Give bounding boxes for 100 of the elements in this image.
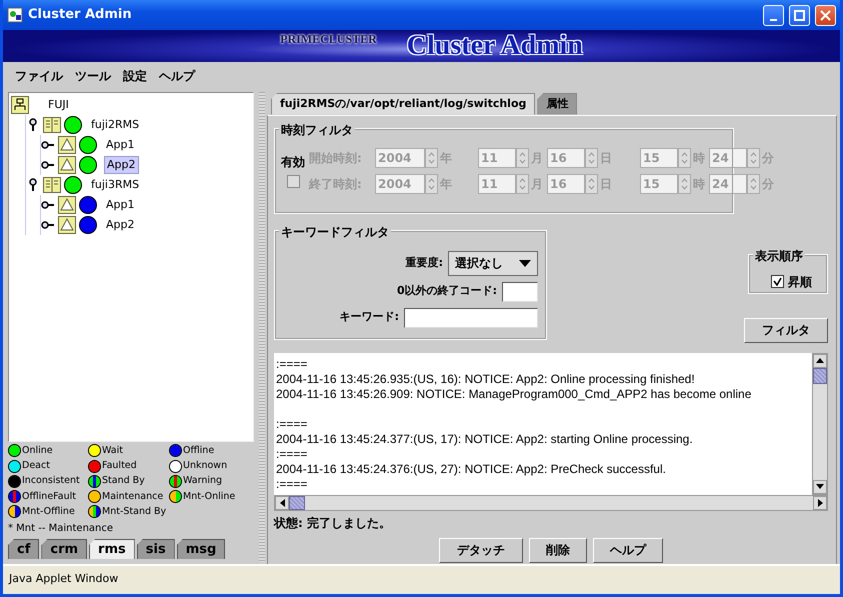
horizontal-scrollbar[interactable] [274,494,828,510]
field-label: 0以外の終了コード: [396,283,497,300]
legend-label: Inconsistent [22,474,80,488]
action-button[interactable]: ヘルプ [593,538,663,562]
up-down-arrows-icon [681,176,688,190]
status-dot [88,490,101,504]
up-down-arrows-icon [519,176,526,190]
up-down-arrows-icon [428,176,435,190]
checkbox[interactable] [771,275,784,288]
action-button[interactable]: 削除 [529,538,587,562]
dropdown[interactable]: 選択なし [448,250,538,276]
scroll-down-button[interactable] [813,480,827,494]
tab[interactable]: sis [136,539,175,559]
field-label: 重要度: [404,254,443,271]
up-down-arrows-icon [588,176,595,190]
scroll-right-button[interactable] [813,496,827,510]
tree-item[interactable]: App2 [104,156,138,174]
legend-label: OfflineFault [22,490,76,504]
log-line: :==== [276,446,308,462]
book-icon [43,116,61,134]
status-dot [8,444,21,458]
field-label: キーワード: [338,309,399,326]
left-arrow-icon [280,498,284,506]
tree-item[interactable]: FUJI [46,96,71,114]
close-icon [819,8,832,22]
tab[interactable]: cf [8,539,40,559]
scroll-thumb[interactable] [813,368,827,384]
status-dot [88,505,101,518]
status-dot [88,444,101,458]
log-line: 2004-11-16 13:45:26.935:(US, 16): NOTICE: App2: Online processing finished! [276,372,696,386]
tab[interactable]: msg [176,539,226,559]
status-dot [8,490,21,504]
status-dot [169,490,182,504]
window-title: Cluster Admin [28,6,133,24]
group-title: 時刻フィルタ [279,120,355,138]
legend-label: Faulted [102,459,137,473]
vertical-scrollbar[interactable] [812,352,828,494]
group-title: 表示順序 [753,246,805,264]
legend-label: Unknown [183,459,228,473]
scroll-thumb[interactable] [289,496,305,510]
tab[interactable]: rms [89,539,135,559]
status-dot [88,474,101,488]
up-arrow-icon [816,358,824,363]
legend-label: Mnt-Stand By [102,504,166,519]
app-icon [7,7,23,23]
scroll-up-button[interactable] [813,354,827,368]
dropdown-value: 選択なし [455,255,503,272]
up-down-arrows-icon [519,150,526,164]
book-icon [43,176,61,194]
action-button[interactable]: デタッチ [439,538,523,562]
checkbox-label: 有効 [281,154,305,171]
checkbox-label: 昇順 [788,274,812,290]
log-line: 2004-11-16 13:45:26.909: NOTICE: ManageProgram000_Cmd_APP2 has become online [276,386,752,402]
tree-item[interactable]: App1 [104,136,136,154]
filter-button[interactable]: フィルタ [744,318,828,342]
dropdown-arrow-icon [519,260,531,266]
tree-item[interactable]: fuji3RMS [89,176,142,194]
down-arrow-icon [816,484,824,489]
menu-item[interactable]: ヘルプ [153,65,201,87]
legend-label: Wait [102,444,123,458]
up-down-arrows-icon [750,176,757,190]
check-icon [773,277,782,286]
log-line: :==== [276,356,308,372]
status-dot [8,474,21,488]
right-arrow-icon [818,498,822,506]
network-icon [11,96,29,114]
legend-label: Warning [183,474,222,488]
menu-item[interactable]: ファイル [9,65,69,87]
status-dot [8,460,21,473]
input-field[interactable] [502,282,538,302]
up-down-arrows-icon [681,150,688,164]
status-dot [169,474,182,488]
legend-label: Offline [183,444,214,458]
up-down-arrows-icon [428,150,435,164]
log-line: 2004-11-16 13:45:24.376:(US, 27): NOTICE: App2: PreCheck successful. [276,462,667,476]
maximize-icon [793,8,806,22]
menu-item[interactable]: ツール [69,65,117,87]
brand-text: PRIMECLUSTER [280,31,377,48]
minimize-button[interactable] [763,4,784,26]
close-button[interactable] [815,4,836,26]
status-text: 状態: 完了しました。 [274,514,392,532]
up-down-arrows-icon [588,150,595,164]
tree-item[interactable]: App2 [104,216,136,234]
scroll-left-button[interactable] [275,496,289,510]
tree-item[interactable]: fuji2RMS [89,116,142,134]
menu-item[interactable]: 設定 [117,65,153,87]
legend-label: Maintenance [102,490,164,504]
legend-label: Mnt-Offline [22,504,75,519]
maximize-button[interactable] [789,4,810,26]
log-line: :==== [276,416,308,432]
tab[interactable]: 属性 [537,93,578,114]
input-field[interactable] [404,308,538,328]
tab[interactable]: crm [41,539,88,559]
legend-label: Stand By [102,474,145,488]
tree-item[interactable]: App1 [104,196,136,214]
up-down-arrows-icon [750,150,757,164]
checkbox[interactable] [286,175,300,188]
log-line: 2004-11-16 13:45:24.377:(US, 17): NOTICE: App2: starting Online processing. [276,432,694,446]
legend-label: Online [22,444,53,458]
tab[interactable]: fuji2RMSの/var/opt/reliant/log/switchlog [271,93,536,114]
